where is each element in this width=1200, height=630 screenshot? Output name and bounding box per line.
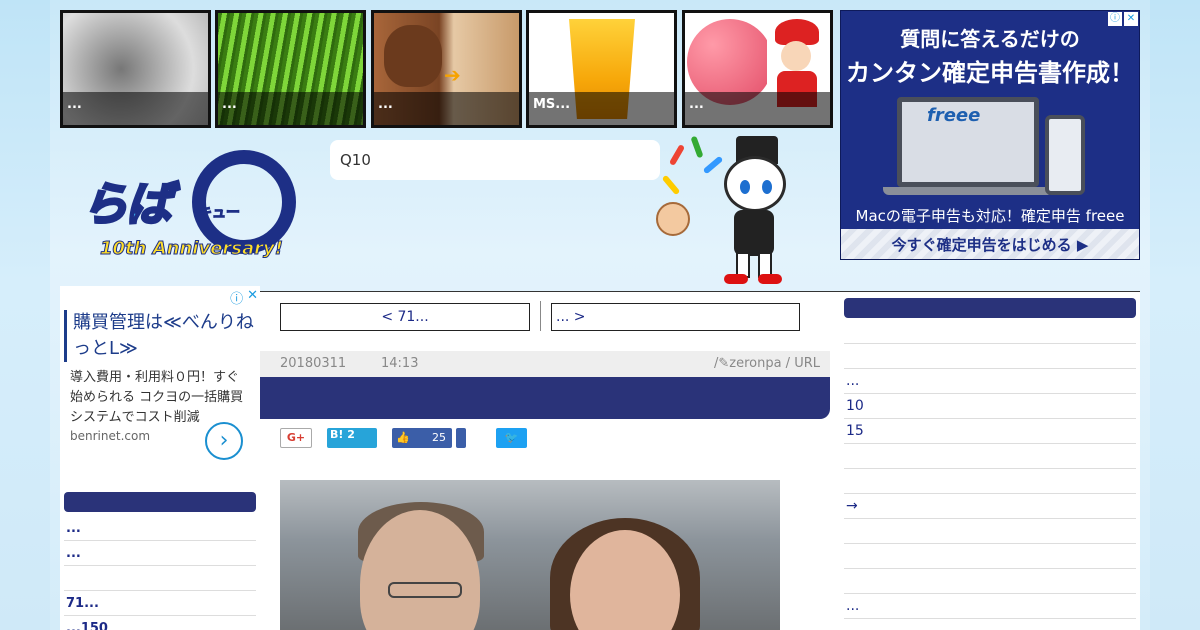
ad-title[interactable]: 購買管理は≪べんりねっとL≫ <box>64 310 254 362</box>
thumbnail-caption: ... <box>685 92 830 125</box>
logo-anniversary: 10th Anniversary! <box>100 238 284 260</box>
sidebar-link[interactable]: ... <box>64 516 256 541</box>
sidebar-link[interactable]: 10 <box>844 394 1136 419</box>
thumbnail-caption: ... <box>374 92 519 125</box>
sidebar-link[interactable]: ...150 <box>64 616 256 630</box>
facebook-share-end[interactable] <box>456 428 466 448</box>
ad-description: 導入費用・利用料０円！すぐ始められる コクヨの一括購買システムでコスト削減 <box>70 370 244 425</box>
sidebar-link[interactable]: 71... <box>64 591 256 616</box>
right-sidebar: ... 10 15 → ... <box>840 291 1140 630</box>
thumbnail-3[interactable]: ➔ ... <box>371 10 522 128</box>
left-sidebar: ... ... 71... ...150 <box>60 486 260 630</box>
mouse-character <box>656 202 690 236</box>
phone-image <box>1045 115 1085 195</box>
ad-headline-1: 質問に答えるだけの <box>900 27 1080 51</box>
nav-divider <box>540 301 541 331</box>
sidebar-header <box>844 298 1136 318</box>
google-plus-share-button[interactable]: G+ <box>280 428 312 448</box>
sidebar-link[interactable]: ... <box>64 541 256 566</box>
bear-cake-image <box>384 25 442 87</box>
chevron-right-icon[interactable]: › <box>205 422 243 460</box>
top-advertisement[interactable]: ⓘ ✕ 質問に答えるだけの カンタン確定申告書作成！ freee Macの電子申… <box>840 10 1140 260</box>
thumbnail-5[interactable]: ... <box>682 10 833 128</box>
article-author-area: /✎zeronpa / URL <box>713 356 820 371</box>
article-date: 20180311 <box>280 356 347 371</box>
sidebar-link[interactable] <box>844 519 1136 544</box>
article-title-bar <box>260 377 830 419</box>
next-article-button[interactable]: ... > <box>551 303 800 331</box>
twitter-share-button[interactable]: 🐦 <box>496 428 527 448</box>
sidebar-link[interactable] <box>64 566 256 591</box>
article-panel: < 71... ... > 20180311 14:13 /✎zeronpa /… <box>260 291 840 630</box>
sidebar-link[interactable]: 15 <box>844 419 1136 444</box>
left-advertisement[interactable]: ⓘ ✕ 購買管理は≪べんりねっとL≫ 導入費用・利用料０円！すぐ始められる コク… <box>60 286 260 486</box>
thumbnail-2[interactable]: ... <box>215 10 366 128</box>
sidebar-header <box>64 492 256 512</box>
article-time: 14:13 <box>381 356 419 371</box>
sidebar-link[interactable] <box>844 469 1136 494</box>
thumbnail-1[interactable]: ... <box>60 10 211 128</box>
arrow-right-icon: ➔ <box>444 63 461 87</box>
mascot-illustration <box>654 134 810 286</box>
prev-article-button[interactable]: < 71... <box>280 303 530 331</box>
thumbs-up-icon: 👍 <box>396 431 410 444</box>
ad-cta-button[interactable]: 今すぐ確定申告をはじめる ▶ <box>841 229 1139 259</box>
sidebar-link[interactable]: → <box>844 494 1136 519</box>
author-link[interactable]: zeronpa <box>729 356 781 371</box>
thumbnail-strip: ... ... ➔ ... MS... ... <box>60 10 834 128</box>
thumbnail-4[interactable]: MS... <box>526 10 677 128</box>
sidebar-link[interactable]: ... <box>844 369 1136 394</box>
site-logo[interactable]: らば キュー 10th Anniversary! <box>80 150 302 268</box>
ad-close-icon[interactable]: ✕ <box>247 288 258 307</box>
url-link[interactable]: URL <box>794 356 820 371</box>
ad-domain: benrinet.com <box>70 429 151 443</box>
ad-subline: Macの電子申告も対応！確定申告 freee <box>855 207 1125 225</box>
search-input[interactable] <box>330 140 660 180</box>
ad-headline-2: カンタン確定申告書作成！ <box>846 59 1134 87</box>
ad-brand-logo: freee <box>927 105 981 126</box>
logo-subtext: キュー <box>198 205 241 222</box>
hatena-bookmark-button[interactable]: B! 2 <box>327 428 377 448</box>
sidebar-link[interactable] <box>844 569 1136 594</box>
like-count: 25 <box>432 431 446 444</box>
ad-info-icon[interactable]: ⓘ <box>230 288 243 307</box>
sidebar-link[interactable]: ... <box>844 594 1136 619</box>
sidebar-link[interactable] <box>844 344 1136 369</box>
article-meta: 20180311 14:13 /✎zeronpa / URL <box>260 351 830 377</box>
logo-text: らば <box>81 176 174 233</box>
article-photo <box>280 480 780 630</box>
thumbnail-caption: MS... <box>529 92 674 125</box>
sidebar-link[interactable] <box>844 444 1136 469</box>
thumbnail-caption: ... <box>218 92 363 125</box>
pencil-icon: ✎ <box>718 356 730 371</box>
thumbnail-caption: ... <box>63 92 208 125</box>
facebook-like-button[interactable]: 👍 25 <box>392 428 452 448</box>
sidebar-link[interactable] <box>844 544 1136 569</box>
twitter-bird-icon: 🐦 <box>504 431 519 444</box>
